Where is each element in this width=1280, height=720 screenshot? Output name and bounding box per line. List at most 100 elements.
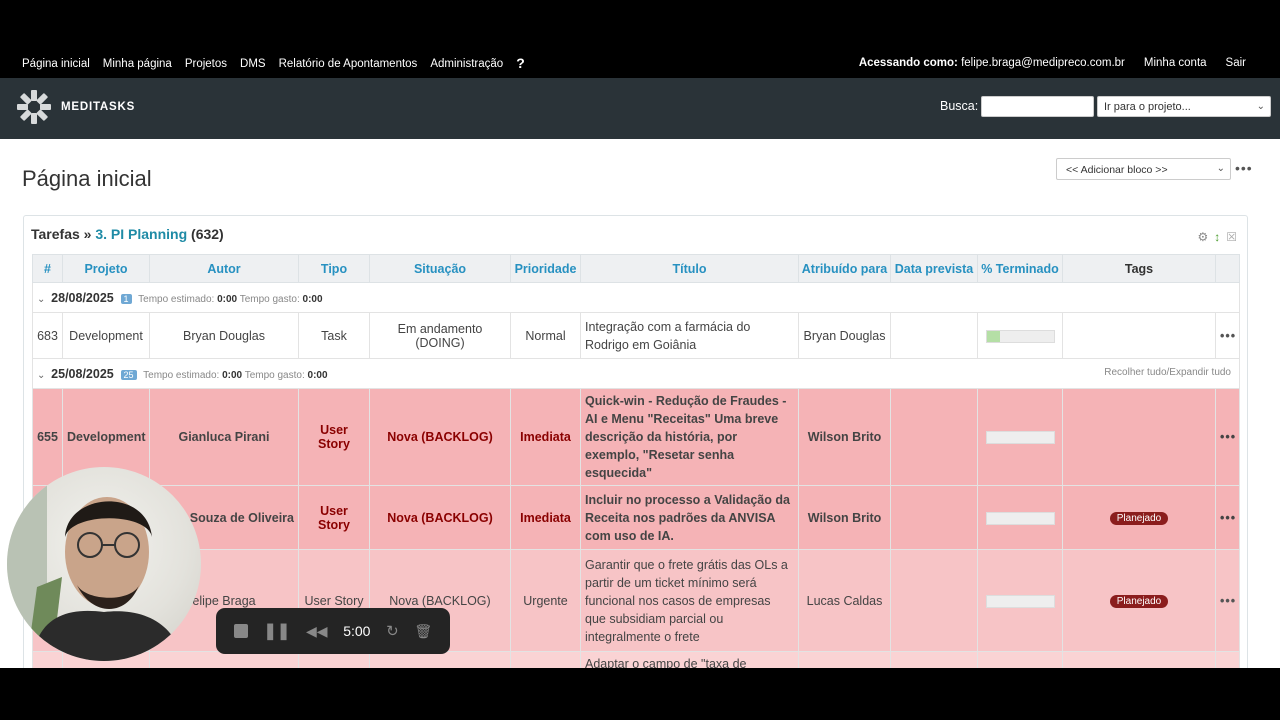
issue-title[interactable]: Integração com a farmácia do Rodrigo em … — [580, 312, 799, 359]
project-jump-select[interactable]: Ir para o projeto... ⌄ — [1097, 96, 1271, 117]
menu-administration[interactable]: Administração — [430, 58, 503, 70]
issue-due-date — [890, 388, 978, 486]
issue-priority: Imediata — [510, 388, 581, 486]
tag-badge[interactable]: Planejado — [1109, 512, 1169, 525]
row-menu-button[interactable]: ••• — [1215, 312, 1240, 359]
block-title: Tarefas » 3. PI Planning (632) — [31, 226, 224, 242]
search-label: Busca: — [940, 99, 979, 113]
progress-bar — [985, 329, 1055, 343]
col-due-date[interactable]: Data prevista — [890, 254, 978, 283]
stop-icon[interactable] — [233, 624, 248, 638]
issue-title[interactable]: Garantir que o frete grátis das OLs a pa… — [580, 549, 799, 652]
spent-value: 0:00 — [307, 369, 328, 381]
menu-home[interactable]: Página inicial — [22, 58, 90, 70]
issue-id[interactable]: 683 — [32, 312, 63, 359]
estimated-label: Tempo estimado: — [138, 293, 215, 305]
top-menu: Página inicial Minha página Projetos DMS… — [0, 48, 1280, 78]
close-icon[interactable]: ☒ — [1226, 230, 1237, 244]
col-assignee[interactable]: Atribuído para — [798, 254, 891, 283]
query-count: (632) — [191, 226, 224, 242]
progress-bar — [985, 594, 1055, 608]
progress-bar — [985, 511, 1055, 525]
query-link[interactable]: 3. PI Planning — [95, 226, 187, 242]
estimated-label: Tempo estimado: — [143, 369, 220, 381]
issue-title[interactable]: Quick-win - Redução de Fraudes - AI e Me… — [580, 388, 799, 486]
trash-icon[interactable]: 🗑 — [414, 623, 432, 640]
menu-projects[interactable]: Projetos — [185, 58, 227, 70]
table-row[interactable]: Adaptar o campo de "taxa de empresa subs… — [32, 651, 1240, 668]
collapse-expand-all-link[interactable]: Recolher tudo/Expandir tudo — [1104, 367, 1235, 378]
issue-priority: Imediata — [510, 485, 581, 550]
help-icon[interactable]: ? — [516, 55, 525, 71]
issue-assignee[interactable]: Wilson Brito — [798, 485, 891, 550]
brand-name: MEDITASKS — [61, 101, 136, 113]
issue-id[interactable] — [32, 651, 63, 668]
spent-label: Tempo gasto: — [239, 293, 300, 305]
recording-toolbar: ❚❚ ◀◀ 5:00 ↻ 🗑 — [216, 608, 450, 654]
issue-author[interactable]: Bryan Douglas — [149, 312, 299, 359]
pause-icon[interactable]: ❚❚ — [264, 621, 291, 641]
col-type[interactable]: Tipo — [298, 254, 370, 283]
table-row[interactable]: 683 Development Bryan Douglas Task Em an… — [32, 312, 1240, 359]
issue-assignee[interactable] — [798, 651, 891, 668]
issue-title[interactable]: Incluir no processo a Validação da Recei… — [580, 485, 799, 550]
table-row[interactable]: mo Souza de Oliveira User Story Nova (BA… — [32, 485, 1240, 550]
webcam-overlay — [7, 467, 201, 661]
my-account-link[interactable]: Minha conta — [1144, 57, 1207, 69]
issue-assignee[interactable]: Lucas Caldas — [798, 549, 891, 652]
col-status[interactable]: Situação — [369, 254, 511, 283]
issue-status: Nova (BACKLOG) — [369, 388, 511, 486]
menu-time-report[interactable]: Relatório de Apontamentos — [279, 58, 418, 70]
col-id[interactable]: # — [32, 254, 63, 283]
logged-user-link[interactable]: felipe.braga@medipreco.com.br — [961, 57, 1125, 69]
col-priority[interactable]: Prioridade — [510, 254, 581, 283]
issue-tags: Planejado — [1062, 485, 1216, 550]
logout-link[interactable]: Sair — [1226, 57, 1246, 69]
group-date: 25/08/2025 — [51, 366, 114, 381]
issue-type: User Story — [298, 388, 370, 486]
group-count-badge: 25 — [120, 369, 137, 380]
reorder-icon[interactable]: ↕ — [1214, 230, 1220, 244]
col-actions — [1215, 254, 1240, 283]
col-project[interactable]: Projeto — [62, 254, 150, 283]
page-actions-menu[interactable]: ••• — [1235, 160, 1253, 176]
issue-due-date — [890, 549, 978, 652]
expand-toggle-icon[interactable]: ⌄ — [37, 294, 45, 305]
row-menu-cell — [1215, 651, 1240, 668]
issue-title[interactable]: Adaptar o campo de "taxa de empresa subs… — [580, 651, 799, 668]
restart-icon[interactable]: ↻ — [386, 622, 399, 640]
issue-id[interactable]: 655 — [32, 388, 63, 486]
app-header: MEDITASKS Busca: Ir para o projeto... ⌄ — [0, 78, 1280, 139]
person-icon — [7, 467, 182, 661]
logo-icon — [17, 90, 51, 124]
col-done[interactable]: % Terminado — [977, 254, 1063, 283]
tag-badge[interactable]: Planejado — [1109, 595, 1169, 608]
block-icons: ⚙ ↕ ☒ — [1197, 230, 1237, 244]
issue-project[interactable]: Development — [62, 312, 150, 359]
issues-table: # Projeto Autor Tipo Situação Prioridade… — [32, 254, 1240, 668]
spent-value: 0:00 — [302, 293, 323, 305]
block-title-prefix: Tarefas » — [31, 226, 92, 242]
col-author[interactable]: Autor — [149, 254, 299, 283]
row-menu-button[interactable]: ••• — [1215, 388, 1240, 486]
recording-timer: 5:00 — [343, 623, 371, 639]
expand-toggle-icon[interactable]: ⌄ — [37, 370, 45, 381]
issue-assignee[interactable]: Wilson Brito — [798, 388, 891, 486]
col-title[interactable]: Título — [580, 254, 799, 283]
issue-priority: Normal — [510, 312, 581, 359]
table-row[interactable]: 655 Development Gianluca Pirani User Sto… — [32, 388, 1240, 486]
menu-dms[interactable]: DMS — [240, 58, 266, 70]
row-menu-button[interactable]: ••• — [1215, 485, 1240, 550]
issue-author[interactable]: Gianluca Pirani — [149, 388, 299, 486]
table-row[interactable]: elipe Braga User Story Nova (BACKLOG) Ur… — [32, 549, 1240, 652]
issue-type: Task — [298, 312, 370, 359]
menu-my-page[interactable]: Minha página — [103, 58, 172, 70]
add-block-select[interactable]: << Adicionar bloco >> ⌄ — [1056, 158, 1231, 180]
rewind-icon[interactable]: ◀◀ — [306, 623, 328, 640]
search-input[interactable] — [981, 96, 1094, 117]
gear-icon[interactable]: ⚙ — [1197, 230, 1208, 244]
issue-tags: Planejado — [1062, 549, 1216, 652]
row-menu-button[interactable]: ••• — [1215, 549, 1240, 652]
table-header-row: # Projeto Autor Tipo Situação Prioridade… — [32, 254, 1240, 283]
issue-assignee[interactable]: Bryan Douglas — [798, 312, 891, 359]
